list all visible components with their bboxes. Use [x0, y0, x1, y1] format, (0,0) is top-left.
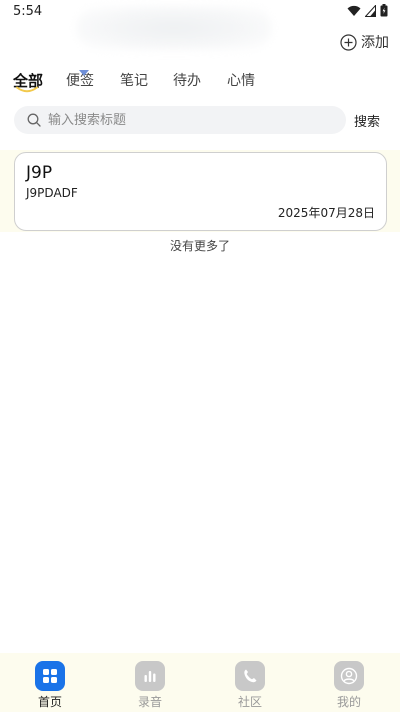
tab-marker-icon	[79, 70, 89, 76]
category-tabs: 全部 便签 笔记 待办 心情	[0, 70, 400, 100]
nav-item-community[interactable]: 社区	[220, 661, 280, 709]
tab-todo[interactable]: 待办	[173, 70, 201, 90]
active-tab-indicator	[16, 86, 38, 93]
app-screen: 5:54 添加 全部 便签 笔记 待办 心情 输入搜索标题 搜索 J9P J9P…	[0, 0, 400, 712]
header-blur	[76, 6, 272, 50]
tab-notes[interactable]: 笔记	[120, 70, 148, 90]
bottom-nav: 首页 录音 社区 我的	[0, 653, 400, 712]
nav-item-home[interactable]: 首页	[20, 661, 80, 709]
note-date: 2025年07月28日	[277, 206, 375, 220]
search-bar	[14, 106, 346, 134]
nav-label-home: 首页	[37, 695, 62, 709]
note-title: J9P	[26, 163, 53, 183]
phone-icon	[235, 661, 265, 691]
nav-label-recording: 录音	[137, 695, 162, 709]
nav-item-profile[interactable]: 我的	[319, 661, 379, 709]
nav-item-recording[interactable]: 录音	[120, 661, 180, 709]
status-time: 5:54	[13, 4, 43, 19]
person-icon	[334, 661, 364, 691]
search-icon	[26, 112, 42, 128]
battery-icon	[380, 4, 388, 17]
search-input[interactable]	[48, 107, 346, 133]
cell-signal-icon	[365, 4, 376, 17]
nav-label-profile: 我的	[336, 695, 361, 709]
plus-circle-icon	[340, 33, 357, 51]
add-button[interactable]: 添加	[340, 31, 389, 53]
nav-label-community: 社区	[237, 695, 262, 709]
note-card[interactable]: J9P J9PDADF 2025年07月28日	[14, 152, 387, 231]
list-end-message: 没有更多了	[169, 239, 230, 253]
add-button-label: 添加	[361, 35, 389, 51]
bar-chart-icon	[135, 661, 165, 691]
note-content: J9PDADF	[26, 186, 78, 200]
wifi-icon	[347, 5, 361, 17]
status-icons	[347, 4, 388, 17]
search-button[interactable]: 搜索	[354, 111, 380, 130]
grid-icon	[35, 661, 65, 691]
tab-mood[interactable]: 心情	[227, 70, 255, 90]
